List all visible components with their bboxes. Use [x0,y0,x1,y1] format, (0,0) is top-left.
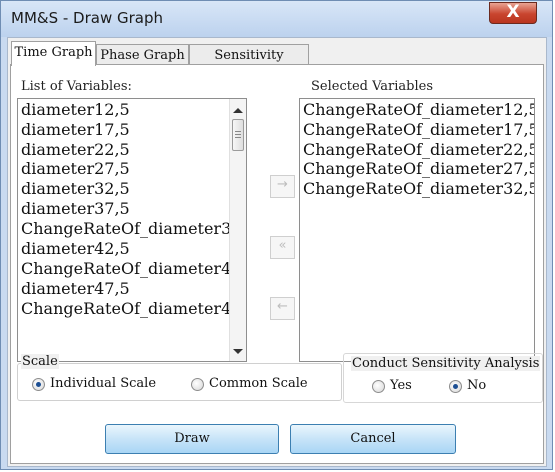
list-item[interactable]: diameter42,5 [21,239,130,258]
list-item[interactable]: ChangeRateOf_diameter22,5 [303,140,534,159]
list-of-variables-label: List of Variables: [21,79,132,94]
arrow-right-icon: → [277,177,288,192]
grip-line [235,134,241,135]
individual-scale-radio[interactable] [32,378,45,391]
scrollbar-thumb[interactable] [232,119,244,151]
grip-line [235,131,241,132]
radio-selected-dot [453,384,458,389]
remove-variable-button[interactable]: ← [270,297,295,320]
sensitivity-no-radio[interactable] [449,380,462,393]
draw-button[interactable]: Draw [105,424,279,454]
vertical-scrollbar[interactable] [229,99,246,361]
list-item[interactable]: ChangeRateOf_diameter4 [21,299,231,318]
list-item[interactable]: diameter17,5 [21,120,130,139]
selected-variables-listbox[interactable]: ChangeRateOf_diameter12,5 ChangeRateOf_d… [299,98,535,362]
common-scale-label[interactable]: Common Scale [209,376,308,391]
tab-sensitivity-analysis[interactable]: Sensitivity Analysis [189,44,309,84]
list-item[interactable]: diameter47,5 [21,279,130,298]
time-graph-panel: List of Variables: Selected Variables di… [10,64,544,464]
list-item[interactable]: ChangeRateOf_diameter27,5 [303,159,534,178]
add-variable-button[interactable]: → [270,175,295,198]
remove-all-variables-button[interactable]: « [270,236,295,259]
sensitivity-yes-label[interactable]: Yes [390,378,412,393]
list-item[interactable]: ChangeRateOf_diameter12,5 [303,100,534,119]
radio-selected-dot [36,382,41,387]
cancel-button[interactable]: Cancel [290,424,456,454]
scroll-up-arrow-icon[interactable] [233,108,243,113]
list-item[interactable]: ChangeRateOf_diameter32,5 [303,179,534,198]
list-item[interactable]: ChangeRateOf_diameter3 [21,219,231,238]
sensitivity-no-label[interactable]: No [467,378,486,393]
individual-scale-label[interactable]: Individual Scale [50,376,156,391]
list-item[interactable]: diameter12,5 [21,100,130,119]
draw-graph-window: MM&S - Draw Graph X Time Graph Phase Gra… [0,0,553,470]
variables-listbox[interactable]: diameter12,5 diameter17,5 diameter22,5 d… [17,98,247,362]
sensitivity-analysis-group-label: Conduct Sensitivity Analysis [351,356,541,371]
dialog-body: Time Graph Phase Graph Sensitivity Analy… [7,37,547,467]
list-item[interactable]: diameter32,5 [21,179,130,198]
list-item[interactable]: diameter22,5 [21,140,130,159]
scale-group-label: Scale [21,354,59,369]
selected-variables-label: Selected Variables [311,79,434,94]
title-bar[interactable]: MM&S - Draw Graph X [1,1,552,37]
sensitivity-yes-radio[interactable] [372,380,385,393]
common-scale-radio[interactable] [191,378,204,391]
window-title: MM&S - Draw Graph [11,9,164,27]
scroll-down-arrow-icon[interactable] [233,349,243,354]
close-button[interactable]: X [489,2,537,24]
list-item[interactable]: ChangeRateOf_diameter17,5 [303,120,534,139]
double-arrow-left-icon: « [278,238,287,253]
close-icon: X [506,2,520,22]
grip-line [235,137,241,138]
arrow-left-icon: ← [277,299,288,314]
list-item[interactable]: ChangeRateOf_diameter4 [21,259,231,278]
tab-time-graph[interactable]: Time Graph [11,41,96,66]
tab-phase-graph[interactable]: Phase Graph [96,44,189,66]
list-item[interactable]: diameter37,5 [21,199,130,218]
list-item[interactable]: diameter27,5 [21,159,130,178]
